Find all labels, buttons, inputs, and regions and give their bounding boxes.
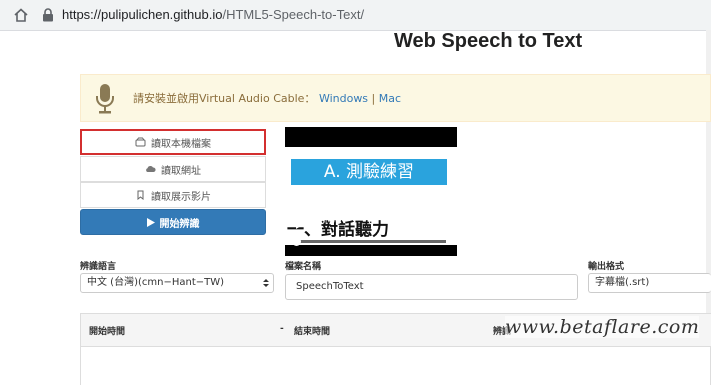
video-controls: 0:00 0 [285, 209, 457, 235]
notice-text: 請安裝並啟用Virtual Audio Cable： [133, 92, 316, 105]
notice-separator: | [371, 92, 376, 105]
col-dash: - [280, 324, 284, 334]
filename-label: 檔案名稱 [285, 262, 322, 272]
url-path: /HTML5-Speech-to-Text/ [222, 7, 365, 22]
output-format-label: 輸出格式 [588, 262, 625, 272]
home-icon[interactable] [14, 8, 28, 22]
bookmark-icon [137, 190, 144, 200]
load-demo-video-label: 讀取展示影片 [151, 191, 211, 203]
load-local-file-label: 讀取本機檔案 [151, 138, 211, 150]
watermark: www.betaflare.com [505, 316, 700, 338]
load-url-button[interactable]: 讀取網址 [80, 156, 266, 182]
fullscreen-icon[interactable] [403, 216, 415, 228]
start-recognition-label: 開始辨識 [159, 218, 200, 230]
video-duration: 0 [368, 216, 375, 227]
load-local-file-button[interactable]: 讀取本機檔案 [80, 129, 266, 155]
output-format-select[interactable]: 字幕檔(.srt) [588, 273, 711, 293]
video-current-time: 0:00 [319, 216, 342, 227]
cloud-icon [146, 165, 156, 172]
more-options-icon[interactable] [435, 215, 439, 229]
language-select-value: 中文 (台灣)(cmn−Hant−TW) [87, 277, 225, 288]
video-play-icon[interactable] [296, 217, 306, 229]
language-label: 辨識語言 [80, 262, 117, 272]
hdd-icon [135, 137, 146, 147]
select-arrows-icon [263, 279, 269, 287]
video-progress-handle[interactable] [292, 237, 301, 246]
url-field[interactable]: https://pulipulichen.github.io/HTML5-Spe… [62, 0, 364, 30]
video-player[interactable]: A. 測驗練習 一、對話聽力 0:00 0 [285, 127, 457, 256]
video-ribbon-text: A. 測驗練習 [291, 159, 447, 185]
browser-address-bar: https://pulipulichen.github.io/HTML5-Spe… [0, 0, 711, 31]
video-progress-bar[interactable] [292, 237, 446, 246]
col-end-time: 結束時間 [294, 327, 331, 337]
microphone-icon [96, 84, 114, 114]
lock-icon[interactable] [42, 8, 54, 22]
load-url-label: 讀取網址 [161, 165, 201, 177]
url-host: https://pulipulichen.github.io [62, 7, 223, 22]
col-start-time: 開始時間 [89, 327, 126, 337]
load-demo-video-button[interactable]: 讀取展示影片 [80, 182, 266, 208]
mac-link[interactable]: Mac [379, 92, 401, 105]
start-recognition-button[interactable]: 開始辨識 [80, 209, 266, 235]
notice-banner: 請安裝並啟用Virtual Audio Cable： Windows | Mac [80, 74, 711, 122]
play-icon [146, 217, 155, 227]
windows-link[interactable]: Windows [319, 92, 368, 105]
language-select[interactable]: 中文 (台灣)(cmn−Hant−TW) [80, 273, 274, 293]
page-title: Web Speech to Text [394, 30, 583, 52]
notice-message: 請安裝並啟用Virtual Audio Cable： Windows | Mac [133, 90, 401, 106]
filename-input[interactable]: SpeechToText [285, 274, 578, 300]
